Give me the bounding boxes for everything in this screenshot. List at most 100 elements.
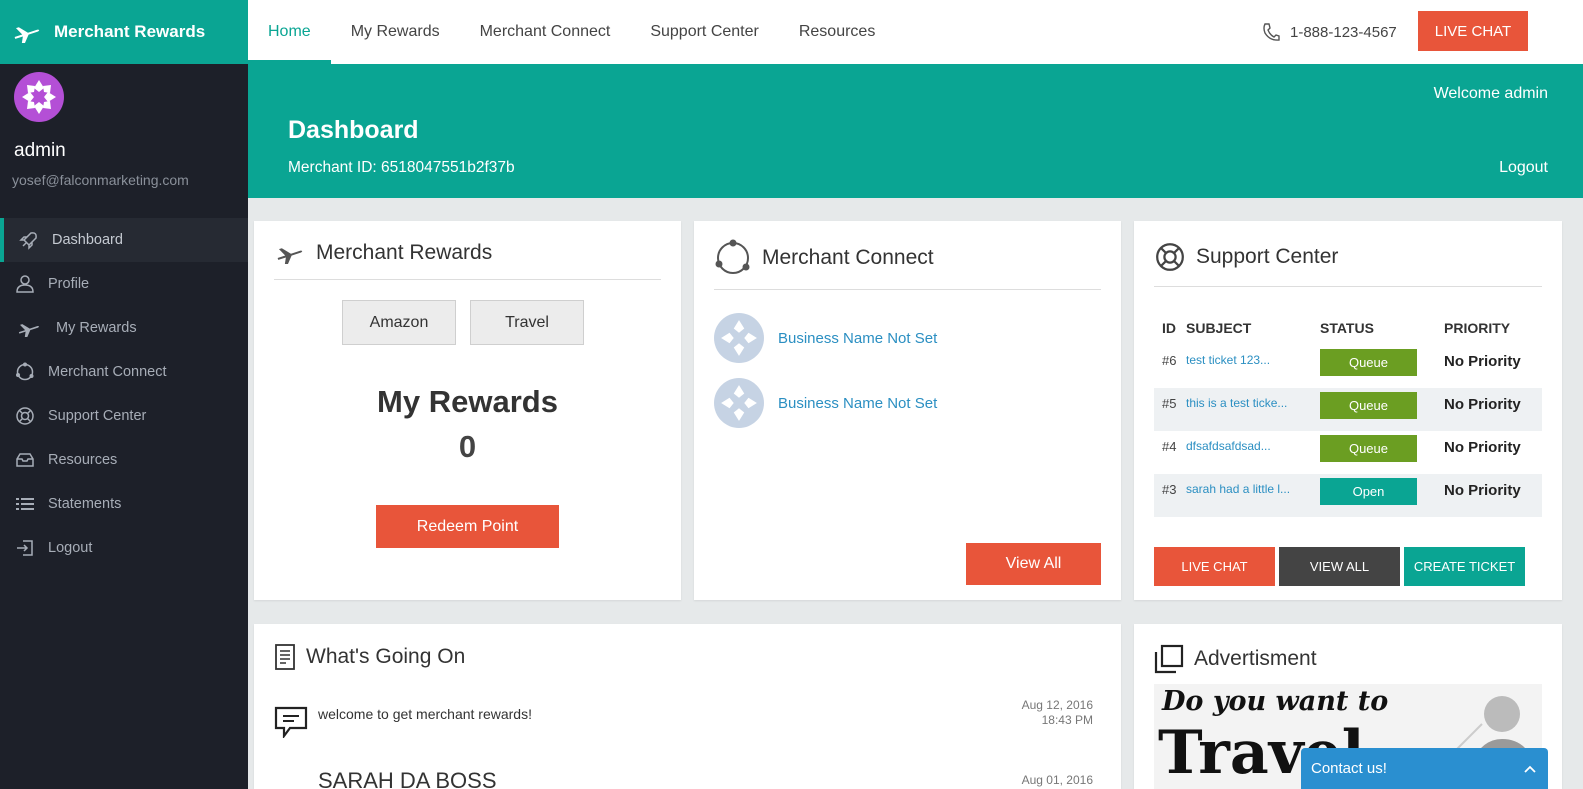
card-title: Support Center — [1154, 241, 1338, 273]
redeem-point-button[interactable]: Redeem Point — [376, 505, 559, 548]
comment-icon — [274, 706, 308, 738]
sidebar-item-merchant-connect[interactable]: Merchant Connect — [0, 350, 248, 394]
whats-going-on-card: What's Going On welcome to get merchant … — [254, 624, 1121, 789]
column-header: ID — [1162, 320, 1176, 336]
lifebuoy-icon — [1156, 243, 1184, 271]
sidebar-item-label: Profile — [48, 276, 90, 292]
connect-icon — [14, 361, 36, 383]
table-header-row: ID SUBJECT STATUS PRIORITY — [1154, 311, 1542, 345]
ticket-id: #3 — [1154, 474, 1186, 517]
phone-number[interactable]: 1-888-123-4567 — [1262, 22, 1397, 42]
tab-merchant-connect[interactable]: Merchant Connect — [460, 0, 631, 64]
avatar[interactable] — [14, 72, 64, 122]
sidebar-item-logout[interactable]: Logout — [0, 526, 248, 570]
avatar-pattern-icon — [22, 80, 56, 114]
view-all-button[interactable]: View All — [966, 543, 1101, 585]
card-title: Advertisment — [1154, 644, 1317, 674]
ticket-subject[interactable]: dfsafdsafdsad... — [1186, 431, 1320, 474]
card-title: What's Going On — [274, 644, 465, 670]
sidebar-item-profile[interactable]: Profile — [0, 262, 248, 306]
copy-icon — [1154, 644, 1184, 674]
card-title-text: Merchant Connect — [762, 246, 934, 269]
travel-button[interactable]: Travel — [470, 300, 584, 345]
ticket-subject[interactable]: test ticket 123... — [1186, 345, 1320, 388]
tab-home[interactable]: Home — [248, 0, 331, 64]
business-name[interactable]: Business Name Not Set — [778, 330, 937, 347]
sidebar-item-resources[interactable]: Resources — [0, 438, 248, 482]
sidebar-item-label: Dashboard — [52, 232, 123, 248]
merchant-connect-card: Merchant Connect Business Name Not Set B… — [694, 221, 1121, 600]
card-title-text: Merchant Rewards — [316, 241, 493, 264]
sidebar-item-label: Statements — [48, 496, 122, 512]
sidebar-item-label: Support Center — [48, 408, 147, 424]
contact-label: Contact us! — [1311, 760, 1387, 777]
logout-link[interactable]: Logout — [1499, 159, 1548, 177]
news-date: Aug 01, 2016 — [1022, 773, 1093, 788]
welcome-text: Welcome admin — [1433, 85, 1548, 102]
sidebar-item-statements[interactable]: Statements — [0, 482, 248, 526]
tab-my-rewards[interactable]: My Rewards — [331, 0, 460, 64]
ticket-subject[interactable]: sarah had a little l... — [1186, 474, 1320, 517]
sidebar-item-my-rewards[interactable]: My Rewards — [0, 306, 248, 350]
card-title-text: Advertisment — [1194, 647, 1317, 670]
news-item[interactable]: SARAH DA BOSS — [318, 768, 497, 789]
sidebar-item-support-center[interactable]: Support Center — [0, 394, 248, 438]
business-pattern-icon — [721, 385, 757, 421]
brand-name: Merchant Rewards — [54, 22, 206, 41]
user-icon — [14, 273, 36, 295]
support-live-chat-button[interactable]: LIVE CHAT — [1154, 547, 1275, 586]
table-row[interactable]: #5 this is a test ticke... Queue No Prio… — [1154, 388, 1542, 431]
ticket-status-cell: Queue — [1320, 388, 1444, 431]
logout-icon — [14, 537, 36, 559]
sidebar-item-dashboard[interactable]: Dashboard — [0, 218, 248, 262]
ticket-status-cell: Queue — [1320, 345, 1444, 388]
ticket-subject[interactable]: this is a test ticke... — [1186, 388, 1320, 431]
ticket-id: #4 — [1162, 439, 1177, 454]
contact-us-widget[interactable]: Contact us! — [1301, 748, 1548, 789]
business-name[interactable]: Business Name Not Set — [778, 395, 937, 412]
table-row[interactable]: #3 sarah had a little l... Open No Prior… — [1154, 474, 1542, 517]
card-title-text: Support Center — [1196, 245, 1339, 268]
sidebar-item-label: Resources — [48, 452, 118, 468]
ticket-table: ID SUBJECT STATUS PRIORITY #6 test ticke… — [1154, 311, 1542, 517]
connect-icon — [715, 239, 750, 274]
status-badge: Queue — [1320, 349, 1417, 376]
create-ticket-button[interactable]: CREATE TICKET — [1404, 547, 1525, 586]
user-name: admin — [14, 140, 66, 161]
news-text: SARAH DA BOSS — [318, 768, 497, 789]
table-row[interactable]: #6 test ticket 123... Queue No Priority — [1154, 345, 1542, 388]
tab-support-center[interactable]: Support Center — [630, 0, 779, 64]
divider — [274, 279, 661, 280]
document-icon — [275, 644, 295, 670]
ticket-priority: No Priority — [1444, 439, 1521, 456]
list-item[interactable]: Business Name Not Set — [714, 378, 937, 428]
divider — [714, 289, 1101, 290]
ticket-status-cell: Open — [1320, 474, 1444, 517]
page-header: Dashboard Merchant ID: 6518047551b2f37b … — [248, 64, 1583, 198]
tab-resources[interactable]: Resources — [779, 0, 895, 64]
plane-icon — [14, 317, 44, 339]
column-header: PRIORITY — [1444, 320, 1511, 336]
plane-icon — [14, 27, 40, 43]
amazon-button[interactable]: Amazon — [342, 300, 456, 345]
list-item[interactable]: Business Name Not Set — [714, 313, 937, 363]
brand[interactable]: Merchant Rewards — [0, 0, 248, 64]
ticket-id: #6 — [1162, 353, 1177, 368]
support-view-all-button[interactable]: VIEW ALL — [1279, 547, 1400, 586]
phone-text: 1-888-123-4567 — [1290, 23, 1397, 41]
ticket-priority: No Priority — [1444, 474, 1542, 517]
ticket-priority: No Priority — [1444, 388, 1542, 431]
sidebar-item-label: Merchant Connect — [48, 364, 167, 380]
news-date-day: Aug 12, 2016 — [1021, 698, 1093, 712]
business-avatar — [714, 378, 764, 428]
news-text: welcome to get merchant rewards! — [318, 706, 532, 722]
table-row[interactable]: #4 dfsafdsafdsad... Queue No Priority — [1154, 431, 1542, 474]
card-title: Merchant Rewards — [274, 241, 492, 265]
column-header: SUBJECT — [1186, 320, 1252, 336]
news-item[interactable]: welcome to get merchant rewards! — [274, 706, 532, 738]
rocket-icon — [18, 229, 40, 251]
merchant-id: Merchant ID: 6518047551b2f37b — [288, 159, 515, 176]
ad-headline: Do you want to — [1162, 686, 1389, 717]
live-chat-button[interactable]: LIVE CHAT — [1418, 11, 1528, 51]
support-center-card: Support Center ID SUBJECT STATUS PRIORIT… — [1134, 221, 1562, 600]
